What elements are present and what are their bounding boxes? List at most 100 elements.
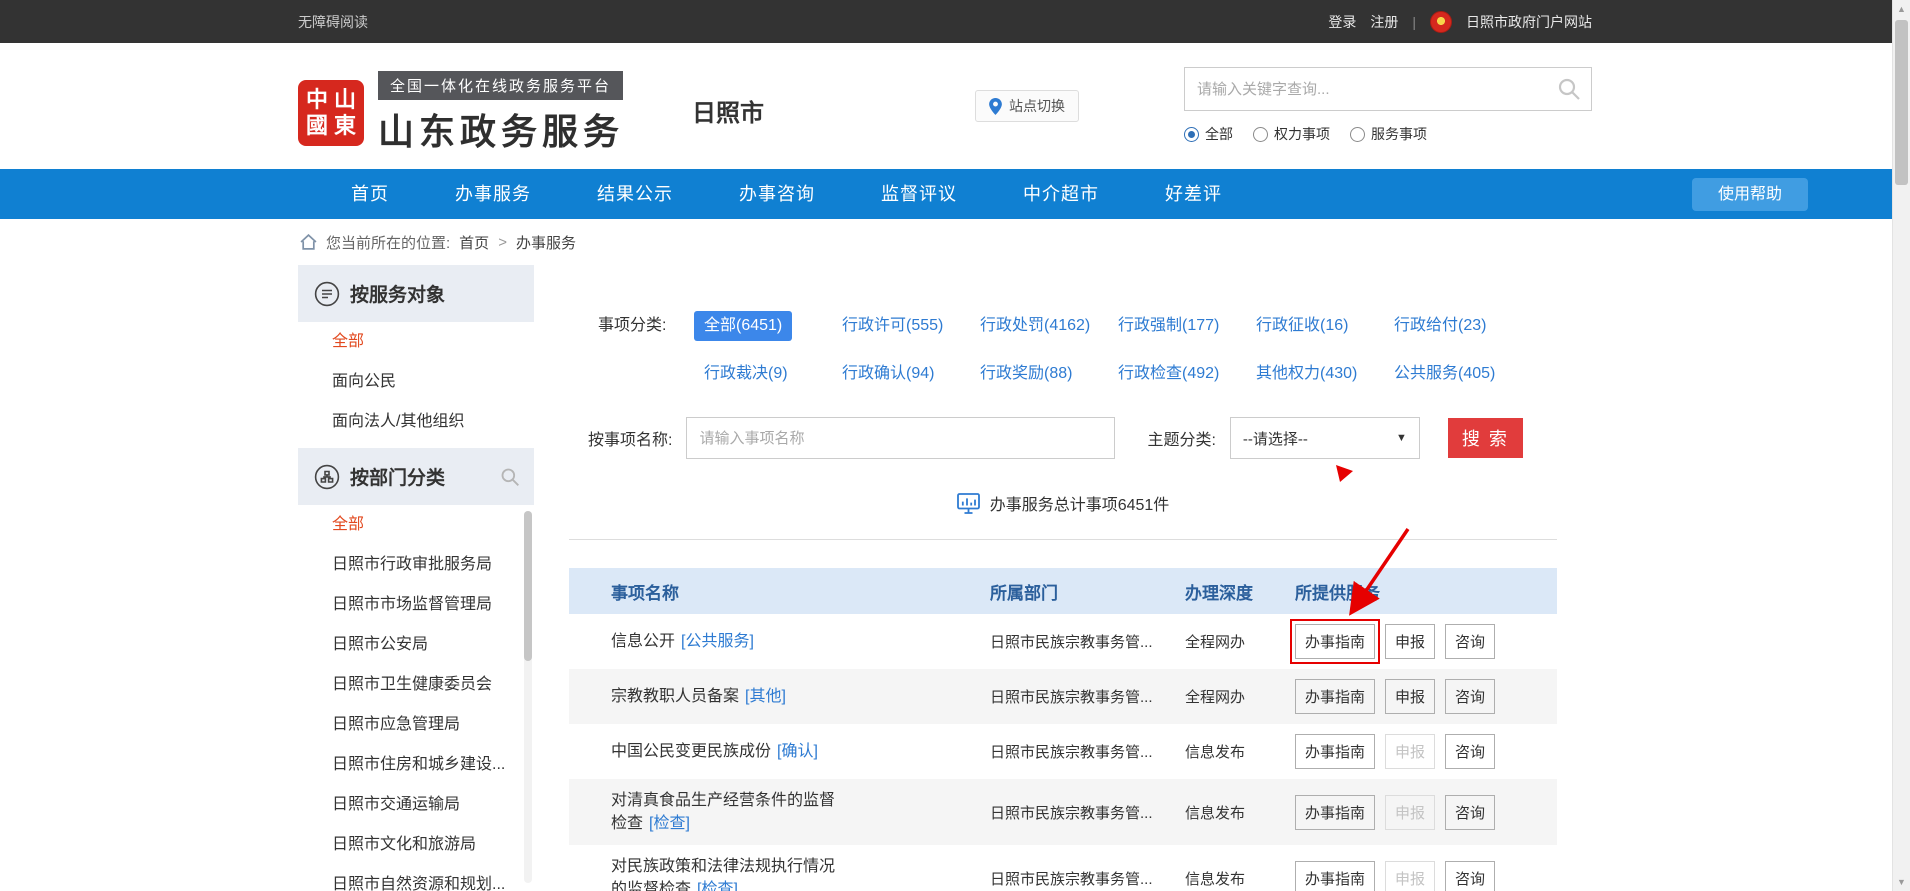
apply-button-disabled: 申报: [1385, 861, 1435, 891]
register-link[interactable]: 注册: [1370, 12, 1398, 32]
items-table: 事项名称 所属部门 办理深度 所提供服务 信息公开[公共服务] 日照市民族宗教事…: [569, 568, 1557, 891]
national-emblem-icon: [1430, 11, 1452, 33]
guide-button[interactable]: 办事指南: [1295, 795, 1375, 830]
category-chip-reward[interactable]: 行政奖励(88): [970, 359, 1082, 389]
item-search-button[interactable]: 搜 索: [1448, 418, 1523, 458]
main-nav: 首页 办事服务 结果公示 办事咨询 监督评议 中介超市 好差评 使用帮助: [0, 169, 1910, 219]
breadcrumb-home-link[interactable]: 首页: [459, 232, 489, 253]
chart-icon: [957, 493, 980, 514]
header-services: 所提供服务: [1295, 579, 1557, 604]
total-summary: 办事服务总计事项6451件: [569, 491, 1557, 515]
item-depth: 信息发布: [1185, 868, 1295, 889]
nav-item-intermediary[interactable]: 中介超市: [990, 169, 1132, 219]
item-tag-link[interactable]: [检查]: [649, 815, 690, 832]
sidebar-item-approval-bureau[interactable]: 日照市行政审批服务局: [298, 545, 534, 585]
sidebar-item-citizens[interactable]: 面向公民: [298, 362, 534, 402]
nav-item-rating[interactable]: 好差评: [1132, 169, 1255, 219]
item-tag-link[interactable]: [公共服务]: [681, 633, 754, 650]
logo: 中國山東 全国一体化在线政务服务平台 山东政务服务: [298, 71, 624, 155]
category-chip-confirmation[interactable]: 行政确认(94): [832, 359, 944, 389]
consult-button[interactable]: 咨询: [1445, 679, 1495, 714]
breadcrumb-separator: >: [498, 234, 507, 251]
scope-service-items[interactable]: 服务事项: [1350, 124, 1427, 144]
item-department: 日照市民族宗教事务管...: [990, 686, 1185, 707]
consult-button[interactable]: 咨询: [1445, 624, 1495, 659]
category-chip-other-powers[interactable]: 其他权力(430): [1246, 359, 1367, 389]
item-name-label: 按事项名称:: [588, 426, 672, 450]
topbar: 无障碍阅读 登录 注册 | 日照市政府门户网站: [0, 0, 1910, 43]
consult-button[interactable]: 咨询: [1445, 861, 1495, 891]
divider: [569, 539, 1557, 540]
consult-button[interactable]: 咨询: [1445, 734, 1495, 769]
scope-all[interactable]: 全部: [1184, 124, 1233, 144]
item-tag-link[interactable]: [确认]: [777, 743, 818, 760]
department-search-icon[interactable]: [500, 467, 520, 487]
sidebar-item-housing-construction[interactable]: 日照市住房和城乡建设...: [298, 745, 534, 785]
sidebar-item-legal-persons[interactable]: 面向法人/其他组织: [298, 402, 534, 442]
radio-checked-icon: [1184, 127, 1199, 142]
item-depth: 全程网办: [1185, 686, 1295, 707]
scroll-down-arrow[interactable]: ▼: [1893, 873, 1910, 891]
city-name: 日照市: [692, 93, 764, 128]
sidebar-item-culture-tourism[interactable]: 日照市文化和旅游局: [298, 825, 534, 865]
item-name: 宗教教职人员备案: [611, 688, 739, 705]
scope-power-items[interactable]: 权力事项: [1253, 124, 1330, 144]
header-item-name: 事项名称: [569, 579, 990, 604]
sidebar-item-natural-resources[interactable]: 日照市自然资源和规划...: [298, 865, 534, 891]
sidebar-item-health-commission[interactable]: 日照市卫生健康委员会: [298, 665, 534, 705]
search-input[interactable]: [1185, 81, 1557, 98]
table-row: 对清真食品生产经营条件的监督检查[检查] 日照市民族宗教事务管... 信息发布 …: [569, 779, 1557, 845]
topic-label: 主题分类:: [1147, 426, 1215, 450]
sidebar-item-transport[interactable]: 日照市交通运输局: [298, 785, 534, 825]
category-chip-ruling[interactable]: 行政裁决(9): [694, 359, 798, 389]
item-depth: 信息发布: [1185, 741, 1295, 762]
category-chip-license[interactable]: 行政许可(555): [832, 311, 953, 341]
sidebar-item-all-departments[interactable]: 全部: [298, 505, 534, 545]
item-tag-link[interactable]: [检查]: [697, 881, 738, 891]
scrollbar-thumb[interactable]: [1895, 20, 1908, 185]
help-button[interactable]: 使用帮助: [1692, 178, 1808, 211]
portal-link[interactable]: 日照市政府门户网站: [1466, 12, 1592, 32]
sidebar-item-public-security[interactable]: 日照市公安局: [298, 625, 534, 665]
search-icon[interactable]: [1557, 77, 1581, 101]
item-department: 日照市民族宗教事务管...: [990, 741, 1185, 762]
nav-item-home[interactable]: 首页: [318, 169, 422, 219]
site-switch-button[interactable]: 站点切换: [975, 90, 1079, 122]
category-chip-levy[interactable]: 行政征收(16): [1246, 311, 1358, 341]
sidebar-scrollbar-thumb[interactable]: [524, 511, 532, 661]
item-name-input[interactable]: [686, 417, 1115, 459]
category-chip-penalty[interactable]: 行政处罚(4162): [970, 311, 1100, 341]
category-chip-inspection[interactable]: 行政检查(492): [1108, 359, 1229, 389]
table-row: 对民族政策和法律法规执行情况的监督检查[检查] 日照市民族宗教事务管... 信息…: [569, 845, 1557, 891]
apply-button[interactable]: 申报: [1385, 624, 1435, 659]
login-link[interactable]: 登录: [1328, 12, 1356, 32]
apply-button-disabled: 申报: [1385, 734, 1435, 769]
guide-button[interactable]: 办事指南: [1295, 734, 1375, 769]
sidebar-section-department: 按部门分类: [298, 448, 534, 505]
accessibility-link[interactable]: 无障碍阅读: [298, 12, 368, 32]
guide-button-highlighted[interactable]: 办事指南: [1295, 624, 1375, 659]
guide-button[interactable]: 办事指南: [1295, 679, 1375, 714]
scroll-up-arrow[interactable]: ▲: [1893, 0, 1910, 18]
category-chip-public-service[interactable]: 公共服务(405): [1384, 359, 1505, 389]
item-tag-link[interactable]: [其他]: [745, 688, 786, 705]
sidebar-scrollbar[interactable]: [524, 511, 532, 883]
sidebar-item-all-objects[interactable]: 全部: [298, 322, 534, 362]
nav-item-supervision[interactable]: 监督评议: [848, 169, 990, 219]
category-chip-payment[interactable]: 行政给付(23): [1384, 311, 1496, 341]
window-scrollbar[interactable]: ▲ ▼: [1892, 0, 1910, 891]
guide-button[interactable]: 办事指南: [1295, 861, 1375, 891]
apply-button[interactable]: 申报: [1385, 679, 1435, 714]
category-chip-coercion[interactable]: 行政强制(177): [1108, 311, 1229, 341]
nav-item-consult[interactable]: 办事咨询: [706, 169, 848, 219]
table-row: 信息公开[公共服务] 日照市民族宗教事务管... 全程网办 办事指南 申报 咨询: [569, 614, 1557, 669]
item-depth: 全程网办: [1185, 631, 1295, 652]
sidebar-item-market-regulation[interactable]: 日照市市场监督管理局: [298, 585, 534, 625]
home-icon: [300, 234, 317, 250]
nav-item-results[interactable]: 结果公示: [564, 169, 706, 219]
sidebar-item-emergency-mgmt[interactable]: 日照市应急管理局: [298, 705, 534, 745]
nav-item-services[interactable]: 办事服务: [422, 169, 564, 219]
consult-button[interactable]: 咨询: [1445, 795, 1495, 830]
category-chip-all[interactable]: 全部(6451): [694, 311, 792, 341]
topic-select[interactable]: --请选择-- ▼: [1230, 417, 1420, 459]
